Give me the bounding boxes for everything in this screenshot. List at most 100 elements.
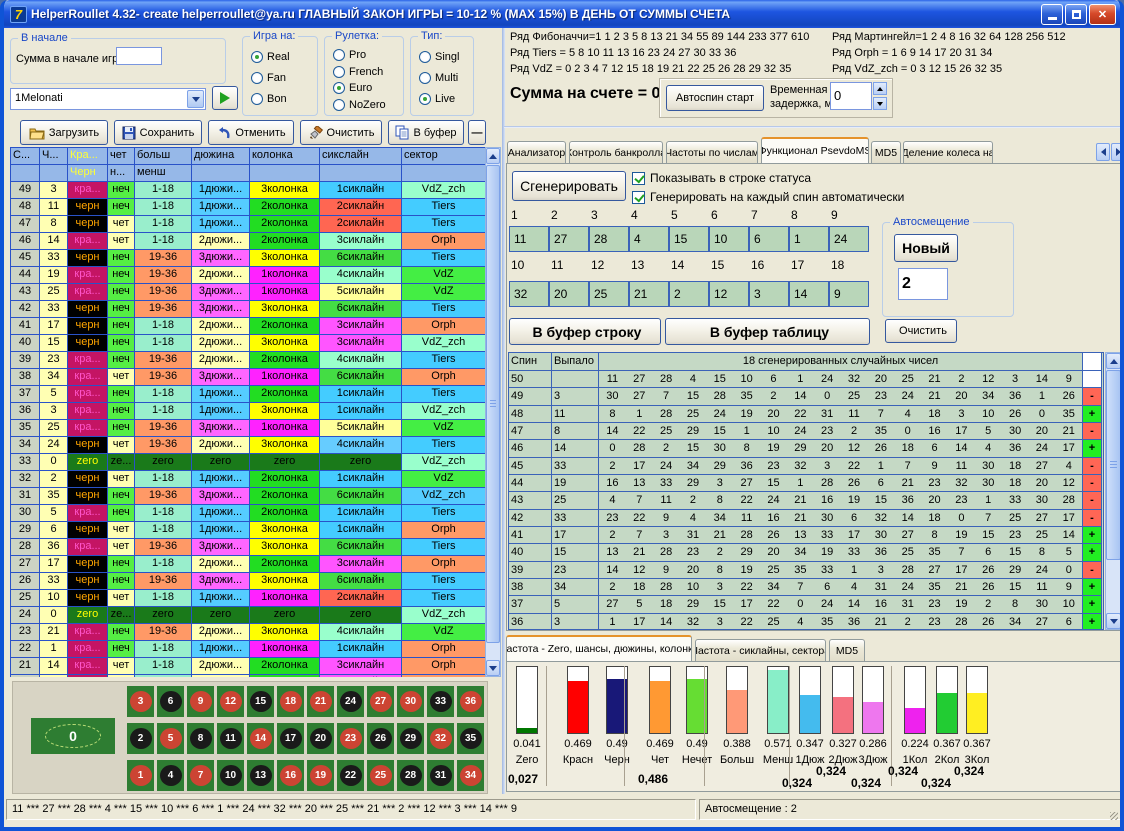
scrollbar-thumb[interactable] <box>1106 370 1121 560</box>
board-cell-7[interactable]: 7 <box>187 760 214 791</box>
toolbar-button-3[interactable]: Отменить <box>208 120 294 145</box>
board-cell-6[interactable]: 6 <box>157 686 184 717</box>
board-cell-26[interactable]: 26 <box>367 723 394 754</box>
board-cell-4[interactable]: 4 <box>157 760 184 791</box>
combo-dropdown-icon[interactable] <box>187 90 204 108</box>
generate-button[interactable]: Сгенерировать <box>512 171 626 201</box>
scroll-down-icon[interactable] <box>1106 613 1121 629</box>
radio-option-fan[interactable]: Fan <box>251 72 290 84</box>
scroll-up-icon[interactable] <box>486 148 500 164</box>
autospin-start-button[interactable]: Автоспин старт <box>666 85 764 111</box>
board-zero-cell[interactable]: 0 <box>31 718 115 754</box>
board-cell-34[interactable]: 34 <box>457 760 484 791</box>
autoshift-value-input[interactable]: 2 <box>898 268 948 300</box>
board-cell-17[interactable]: 17 <box>277 723 304 754</box>
radio-option-multi[interactable]: Multi <box>419 72 459 84</box>
radio-unchecked-icon[interactable] <box>251 93 263 105</box>
scrollbar-thumb[interactable] <box>486 165 500 643</box>
board-cell-24[interactable]: 24 <box>337 686 364 717</box>
scroll-up-icon[interactable] <box>1106 353 1121 369</box>
play-button[interactable] <box>212 86 238 110</box>
radio-option-live[interactable]: Live <box>419 93 459 105</box>
board-cell-16[interactable]: 16 <box>277 760 304 791</box>
board-cell-20[interactable]: 20 <box>307 723 334 754</box>
minimize-button[interactable] <box>1041 4 1063 25</box>
tab-Частоты по числам[interactable]: Частоты по числам <box>666 141 758 163</box>
board-cell-14[interactable]: 14 <box>247 723 274 754</box>
radio-option-euro[interactable]: Euro <box>333 82 386 94</box>
radio-unchecked-icon[interactable] <box>419 72 431 84</box>
generator-checkbox-1[interactable]: Показывать в строке статуса <box>632 171 811 185</box>
radio-checked-icon[interactable] <box>333 82 345 94</box>
board-cell-8[interactable]: 8 <box>187 723 214 754</box>
freq-tab-3[interactable]: MD5 <box>829 639 865 661</box>
tabs-scroll-right-icon[interactable] <box>1111 143 1124 161</box>
tab-Анализатор[interactable]: Анализатор <box>507 141 566 163</box>
title-bar[interactable]: 7 HelperRoullet 4.32- create helperroull… <box>4 0 1120 28</box>
spinner-up-icon[interactable] <box>873 82 887 95</box>
tab-Деление колеса на[interactable]: Деление колеса на <box>903 141 993 163</box>
close-button[interactable]: ✕ <box>1089 4 1116 25</box>
start-sum-input[interactable] <box>116 47 162 65</box>
board-cell-33[interactable]: 33 <box>427 686 454 717</box>
clear-generated-button[interactable]: Очистить <box>885 319 957 343</box>
delay-spinner[interactable] <box>873 82 887 110</box>
board-cell-35[interactable]: 35 <box>457 723 484 754</box>
resize-grip[interactable] <box>1110 812 1118 820</box>
tab-Функционал PsevdoMS[interactable]: Функционал PsevdoMS <box>761 137 869 163</box>
board-cell-25[interactable]: 25 <box>367 760 394 791</box>
maximize-button[interactable] <box>1065 4 1087 25</box>
generator-checkbox-2[interactable]: Генерировать на каждый спин автоматическ… <box>632 190 904 204</box>
board-cell-1[interactable]: 1 <box>127 760 154 791</box>
radio-checked-icon[interactable] <box>419 93 431 105</box>
freq-tab-2[interactable]: Частота - сиклайны, сектора <box>695 639 826 661</box>
board-cell-12[interactable]: 12 <box>217 686 244 717</box>
radio-option-singl[interactable]: Singl <box>419 51 459 63</box>
history-table-scrollbar[interactable] <box>485 147 501 677</box>
board-cell-36[interactable]: 36 <box>457 686 484 717</box>
radio-option-bon[interactable]: Bon <box>251 93 290 105</box>
board-cell-19[interactable]: 19 <box>307 760 334 791</box>
board-cell-27[interactable]: 27 <box>367 686 394 717</box>
radio-option-french[interactable]: French <box>333 66 386 78</box>
copy-table-button[interactable]: В буфер таблицу <box>665 318 870 345</box>
radio-unchecked-icon[interactable] <box>333 66 345 78</box>
toolbar-button-1[interactable]: Загрузить <box>20 120 108 145</box>
checkbox-checked-icon[interactable] <box>632 172 645 185</box>
board-cell-32[interactable]: 32 <box>427 723 454 754</box>
radio-checked-icon[interactable] <box>251 51 263 63</box>
autoshift-new-button[interactable]: Новый <box>894 234 958 262</box>
radio-unchecked-icon[interactable] <box>251 72 263 84</box>
toolbar-button-4[interactable]: Очистить <box>300 120 382 145</box>
board-cell-18[interactable]: 18 <box>277 686 304 717</box>
board-cell-28[interactable]: 28 <box>397 760 424 791</box>
radio-unchecked-icon[interactable] <box>419 51 431 63</box>
checkbox-checked-icon[interactable] <box>632 191 645 204</box>
tab-MD5[interactable]: MD5 <box>871 141 901 163</box>
scroll-down-icon[interactable] <box>486 660 500 676</box>
radio-unchecked-icon[interactable] <box>333 49 345 61</box>
radio-option-pro[interactable]: Pro <box>333 49 386 61</box>
spinner-down-icon[interactable] <box>873 97 887 110</box>
board-cell-23[interactable]: 23 <box>337 723 364 754</box>
radio-option-real[interactable]: Real <box>251 51 290 63</box>
spins-table-scrollbar[interactable] <box>1105 352 1122 630</box>
toolbar-button-2[interactable]: Сохранить <box>114 120 202 145</box>
board-cell-22[interactable]: 22 <box>337 760 364 791</box>
board-cell-2[interactable]: 2 <box>127 723 154 754</box>
board-cell-15[interactable]: 15 <box>247 686 274 717</box>
board-cell-30[interactable]: 30 <box>397 686 424 717</box>
preset-combobox[interactable]: 1Melonati <box>10 88 206 110</box>
copy-row-button[interactable]: В буфер строку <box>509 318 661 345</box>
freq-tab-1[interactable]: Частота - Zero, шансы, дюжины, колонки <box>506 635 692 661</box>
toolbar-button-5[interactable]: В буфер <box>388 120 464 145</box>
board-cell-11[interactable]: 11 <box>217 723 244 754</box>
board-cell-5[interactable]: 5 <box>157 723 184 754</box>
board-cell-21[interactable]: 21 <box>307 686 334 717</box>
board-cell-13[interactable]: 13 <box>247 760 274 791</box>
radio-unchecked-icon[interactable] <box>333 99 345 111</box>
toolbar-button-6[interactable]: — <box>468 120 486 145</box>
tabs-scroll-left-icon[interactable] <box>1096 143 1110 161</box>
tab-Контроль банкролла[interactable]: Контроль банкролла <box>569 141 663 163</box>
delay-input[interactable]: 0 <box>830 82 872 110</box>
